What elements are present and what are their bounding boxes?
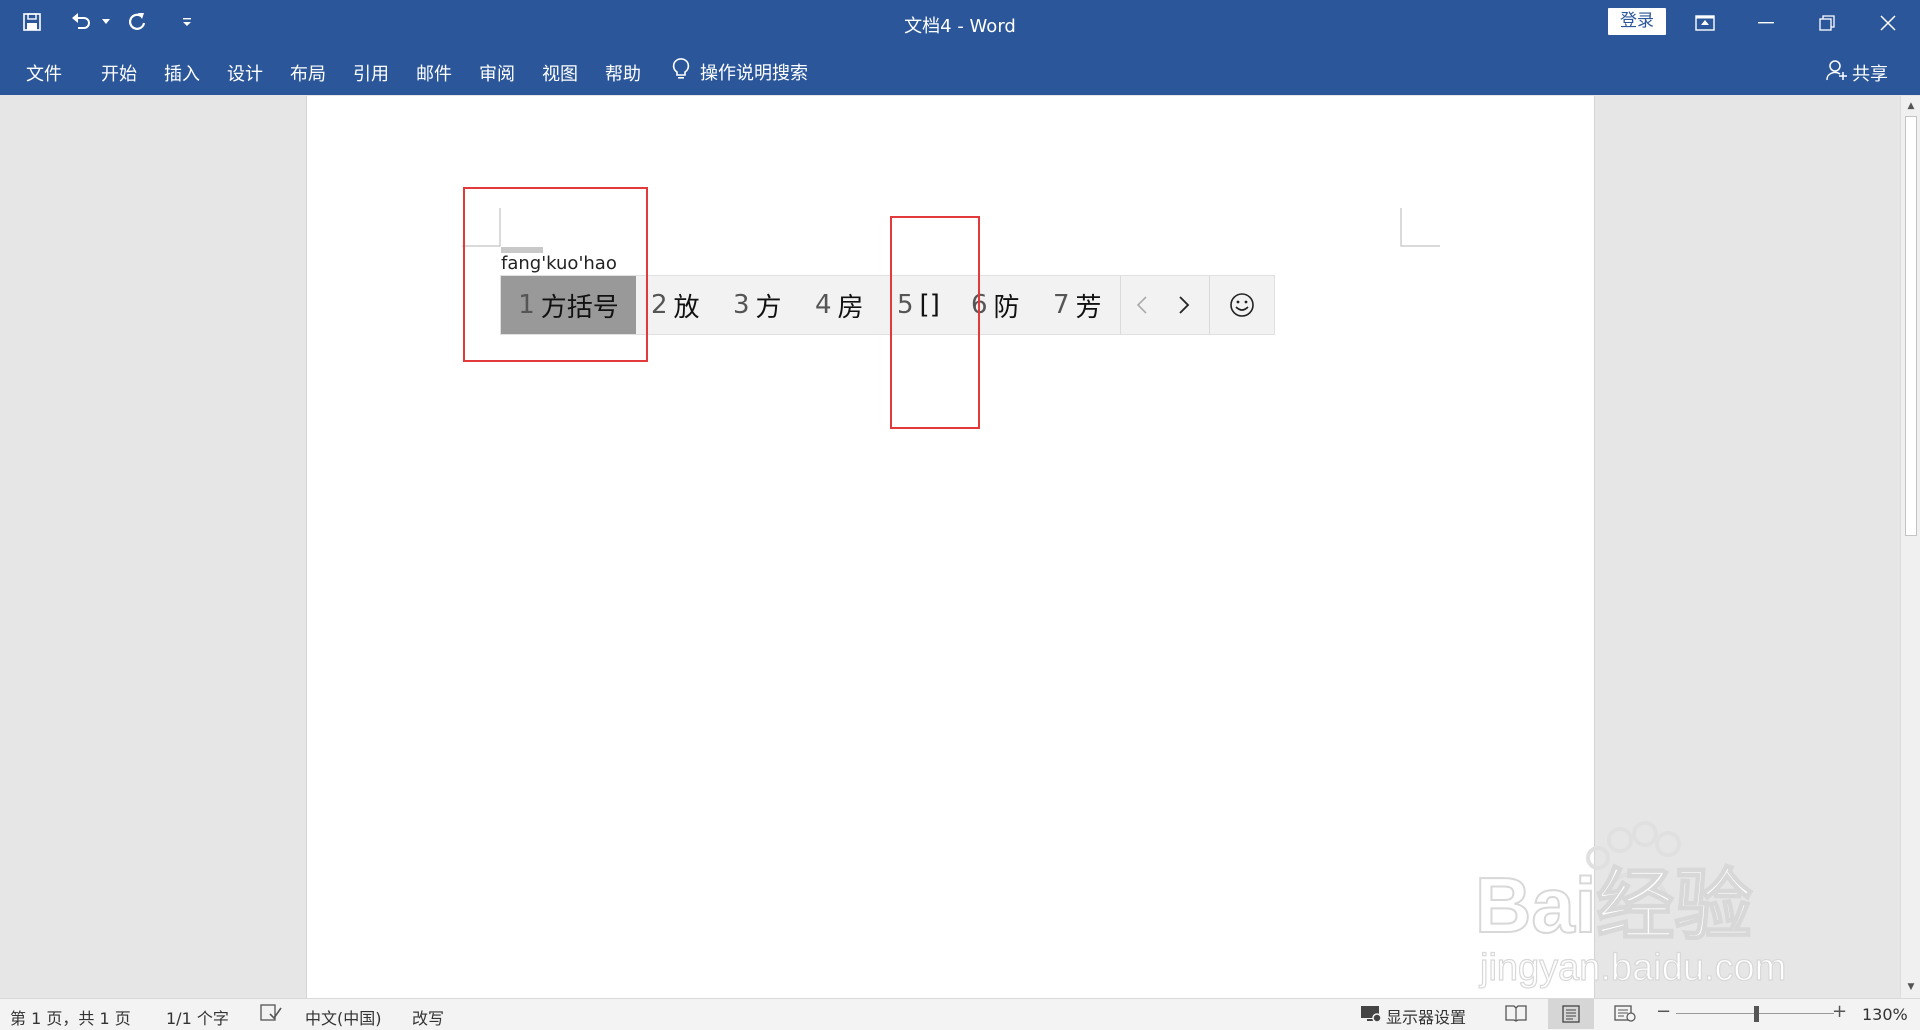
prev-page-icon[interactable] [1121,276,1163,334]
tab-view[interactable]: 视图 [542,60,578,86]
print-layout-icon[interactable] [1548,999,1594,1029]
display-settings-icon [1360,1005,1382,1027]
zoom-in-icon[interactable]: + [1832,1001,1847,1022]
display-settings-label: 显示器设置 [1386,1008,1467,1027]
candidate-2[interactable]: 2 放 [651,276,700,334]
scroll-up-icon[interactable]: ▲ [1905,99,1917,113]
candidate-text: 放 [673,292,700,323]
title-bar: 文档4 - Word 登录 [0,0,1920,45]
tab-file[interactable]: 文件 [26,60,62,86]
tab-design[interactable]: 设计 [227,60,263,86]
zoom-slider-thumb[interactable] [1754,1006,1759,1022]
candidate-number: 7 [1053,290,1070,320]
share-label: 共享 [1852,63,1888,85]
candidate-4[interactable]: 4 房 [815,276,864,334]
restore-icon[interactable] [1797,0,1857,45]
candidate-text: 方 [755,292,782,323]
tell-me-search[interactable]: 操作说明搜索 [672,57,808,86]
share-button[interactable]: 共享 [1826,59,1888,86]
ribbon-display-options-icon[interactable] [1675,0,1735,45]
zoom-level[interactable]: 130% [1862,1005,1908,1024]
candidate-number: 4 [815,290,832,320]
display-settings-button[interactable]: 显示器设置 [1360,1004,1466,1028]
annotation-box-candidate-1 [463,187,648,362]
next-page-icon[interactable] [1163,276,1205,334]
proofing-icon[interactable] [260,1004,282,1026]
tab-home[interactable]: 开始 [101,60,137,86]
tab-references[interactable]: 引用 [353,60,389,86]
status-bar: 第 1 页，共 1 页 1/1 个字 中文(中国) 改写 显示器设置 − + 1… [0,998,1920,1030]
vertical-scrollbar[interactable]: ▲ ▼ [1900,96,1920,998]
candidate-text: 芳 [1075,292,1102,323]
read-mode-icon[interactable] [1505,1004,1527,1026]
word-count[interactable]: 1/1 个字 [166,1005,229,1029]
page-count[interactable]: 第 1 页，共 1 页 [10,1005,131,1029]
lightbulb-icon [672,57,690,86]
candidate-7[interactable]: 7 芳 [1053,276,1102,334]
language-indicator[interactable]: 中文(中国) [305,1005,382,1029]
tab-mailings[interactable]: 邮件 [416,60,452,86]
login-button[interactable]: 登录 [1608,8,1666,35]
ribbon-tabs: 文件 开始 插入 设计 布局 引用 邮件 审阅 视图 帮助 操作说明搜索 共享 [0,45,1920,95]
candidate-3[interactable]: 3 方 [733,276,782,334]
emoji-icon[interactable] [1210,276,1274,334]
candidate-text: 防 [993,292,1020,323]
overtype-mode[interactable]: 改写 [412,1005,444,1029]
annotation-box-candidate-5 [890,216,980,429]
candidate-text: 房 [837,292,864,323]
tab-review[interactable]: 审阅 [479,60,515,86]
tell-me-label: 操作说明搜索 [700,62,808,84]
scroll-down-icon[interactable]: ▼ [1905,980,1917,994]
minimize-icon[interactable] [1736,0,1796,45]
zoom-out-icon[interactable]: − [1656,1001,1671,1022]
close-icon[interactable] [1858,0,1918,45]
tab-help[interactable]: 帮助 [605,60,641,86]
margin-corner-top-right [1400,208,1440,247]
tab-layout[interactable]: 布局 [290,60,326,86]
person-add-icon [1826,59,1848,86]
candidate-number: 3 [733,290,750,320]
web-layout-icon[interactable] [1614,1004,1636,1026]
scrollbar-thumb[interactable] [1905,116,1917,536]
tab-insert[interactable]: 插入 [164,60,200,86]
candidate-number: 2 [651,290,668,320]
